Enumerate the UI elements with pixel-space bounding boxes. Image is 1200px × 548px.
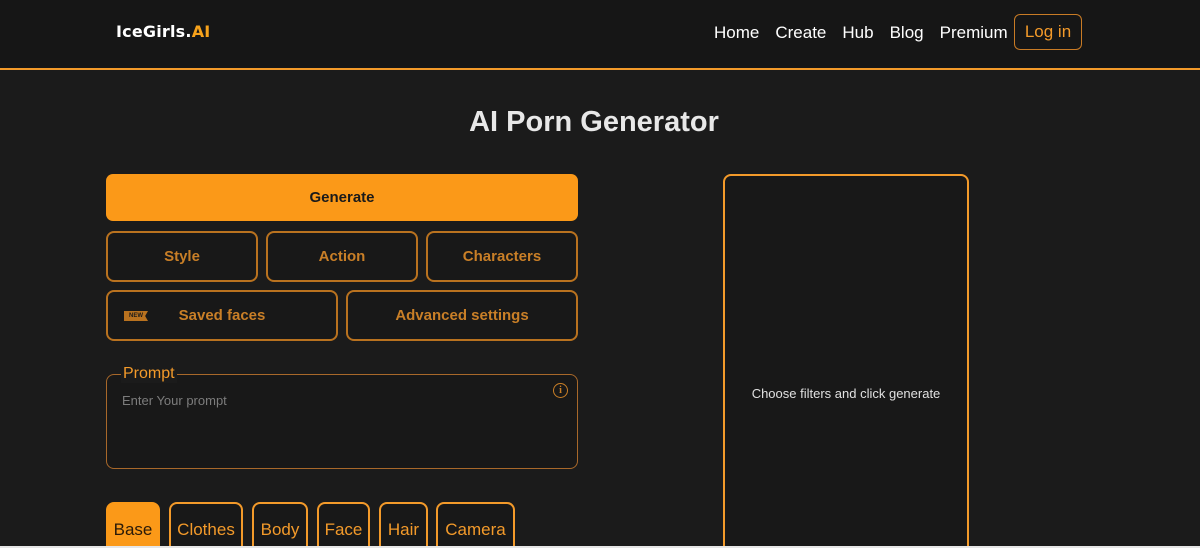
page-title: AI Porn Generator [469, 106, 719, 138]
saved-faces-label: Saved faces [178, 307, 266, 324]
logo[interactable]: IceGirls.AI [116, 22, 210, 41]
advanced-settings-button[interactable]: Advanced settings [346, 290, 578, 341]
characters-button[interactable]: Characters [426, 231, 578, 282]
image-preview-panel: Choose filters and click generate [723, 174, 969, 548]
tab-camera[interactable]: Camera [436, 502, 515, 548]
generate-button[interactable]: Generate [106, 174, 578, 221]
info-icon[interactable]: i [553, 383, 568, 398]
tab-body[interactable]: Body [252, 502, 308, 548]
prompt-input[interactable] [122, 390, 542, 410]
action-button[interactable]: Action [266, 231, 418, 282]
nav-home[interactable]: Home [714, 23, 759, 43]
main-nav: Home Create Hub Blog Premium [714, 23, 1024, 43]
tab-hair[interactable]: Hair [379, 502, 428, 548]
nav-blog[interactable]: Blog [890, 23, 924, 43]
tab-face[interactable]: Face [317, 502, 370, 548]
prompt-field: Prompt i [106, 365, 578, 469]
tab-base[interactable]: Base [106, 502, 160, 548]
new-badge: NEW [124, 311, 148, 321]
saved-faces-button[interactable]: NEW Saved faces [106, 290, 338, 341]
site-header: IceGirls.AI Home Create Hub Blog Premium… [0, 0, 1200, 70]
logo-text: IceGirls. [116, 22, 192, 41]
nav-hub[interactable]: Hub [842, 23, 873, 43]
login-button[interactable]: Log in [1014, 14, 1082, 50]
style-button[interactable]: Style [106, 231, 258, 282]
nav-premium[interactable]: Premium [940, 23, 1008, 43]
nav-create[interactable]: Create [775, 23, 826, 43]
logo-accent: AI [191, 22, 211, 41]
tab-clothes[interactable]: Clothes [169, 502, 243, 548]
prompt-label: Prompt [121, 365, 177, 383]
preview-empty-text: Choose filters and click generate [751, 386, 941, 401]
